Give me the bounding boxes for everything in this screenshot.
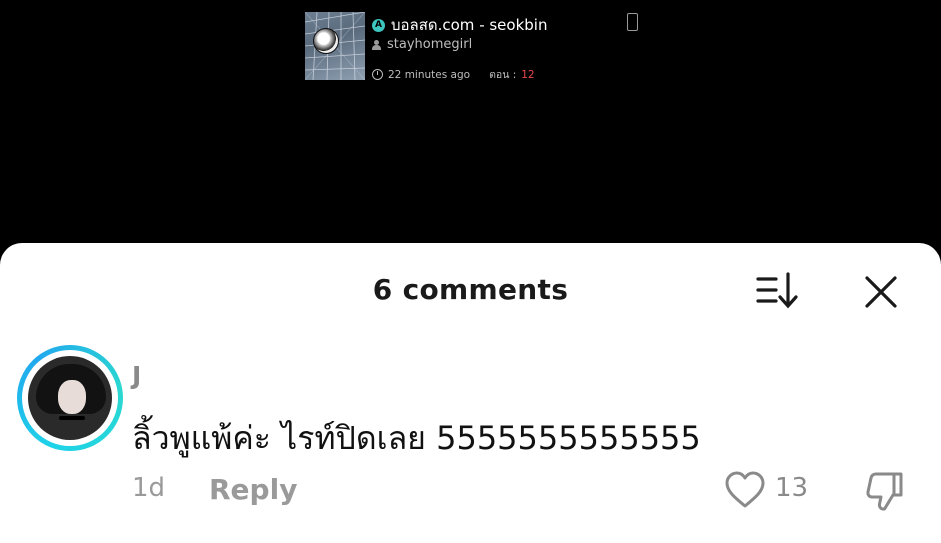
post-card[interactable]: A บอลสด.com - seokbin stayhomegirl 22 mi… bbox=[305, 12, 645, 82]
thumbs-down-icon bbox=[866, 472, 903, 511]
close-button[interactable] bbox=[862, 273, 900, 311]
comments-sheet: 6 comments J ลิ้วพูแพ้ค่ะ ไรท์ปิดเลย 555… bbox=[0, 243, 941, 543]
comment-text: ลิ้วพูแพ้ค่ะ ไรท์ปิดเลย 5555555555555 bbox=[132, 419, 701, 457]
dislike-button[interactable] bbox=[864, 470, 906, 512]
post-username[interactable]: stayhomegirl bbox=[387, 37, 472, 52]
avatar[interactable] bbox=[17, 345, 123, 451]
like-count: 13 bbox=[775, 473, 809, 503]
clock-icon bbox=[372, 69, 383, 80]
comment-author[interactable]: J bbox=[132, 361, 141, 390]
close-icon bbox=[865, 276, 897, 308]
heart-icon bbox=[725, 471, 765, 508]
sort-icon bbox=[756, 272, 798, 309]
post-thumbnail[interactable] bbox=[305, 12, 365, 80]
app-badge-icon: A bbox=[372, 18, 385, 32]
episode-label: ตอน : bbox=[489, 69, 517, 81]
reply-button[interactable]: Reply bbox=[209, 473, 297, 506]
like-button[interactable] bbox=[724, 471, 766, 509]
episode-number: 12 bbox=[521, 68, 535, 81]
post-time: 22 minutes ago bbox=[388, 68, 471, 81]
soccer-ball-image bbox=[313, 28, 339, 54]
avatar-photo bbox=[28, 356, 112, 440]
user-icon bbox=[372, 39, 381, 50]
comment-age: 1d bbox=[132, 473, 166, 503]
phone-icon bbox=[627, 13, 638, 31]
post-title[interactable]: บอลสด.com - seokbin bbox=[391, 13, 547, 37]
sort-button[interactable] bbox=[754, 271, 800, 311]
